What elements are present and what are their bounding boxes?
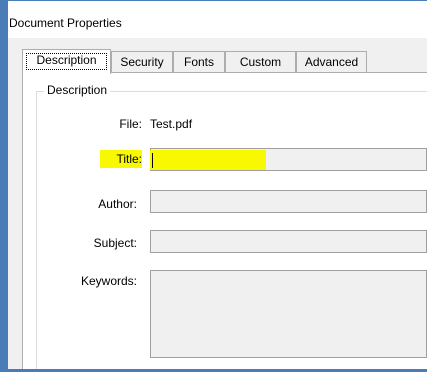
title-bar[interactable]: Document Properties [8, 1, 427, 38]
tab-advanced[interactable]: Advanced [296, 51, 367, 72]
tab-security[interactable]: Security [111, 51, 173, 72]
text-caret [152, 153, 153, 168]
file-value: Test.pdf [150, 117, 193, 131]
tab-label: Fonts [183, 55, 214, 69]
subject-label: Subject: [93, 236, 137, 250]
keywords-label: Keywords: [80, 274, 137, 288]
tab-label: Security [120, 55, 164, 69]
tab-custom[interactable]: Custom [225, 51, 296, 72]
file-label: File: [119, 117, 142, 131]
tab-label: Custom [239, 55, 282, 69]
window-title: Document Properties [9, 16, 122, 30]
title-label: Title: [116, 152, 142, 166]
tab-description[interactable]: Description [22, 49, 111, 74]
title-field-highlight [150, 150, 266, 170]
focus-rectangle [26, 53, 107, 70]
tab-label: Advanced [304, 55, 359, 69]
subject-field[interactable] [150, 230, 427, 253]
groupbox-label: Description [44, 83, 111, 97]
author-label: Author: [98, 197, 137, 211]
author-field[interactable] [150, 190, 427, 213]
keywords-field[interactable] [150, 270, 427, 358]
tab-fonts[interactable]: Fonts [173, 51, 225, 72]
